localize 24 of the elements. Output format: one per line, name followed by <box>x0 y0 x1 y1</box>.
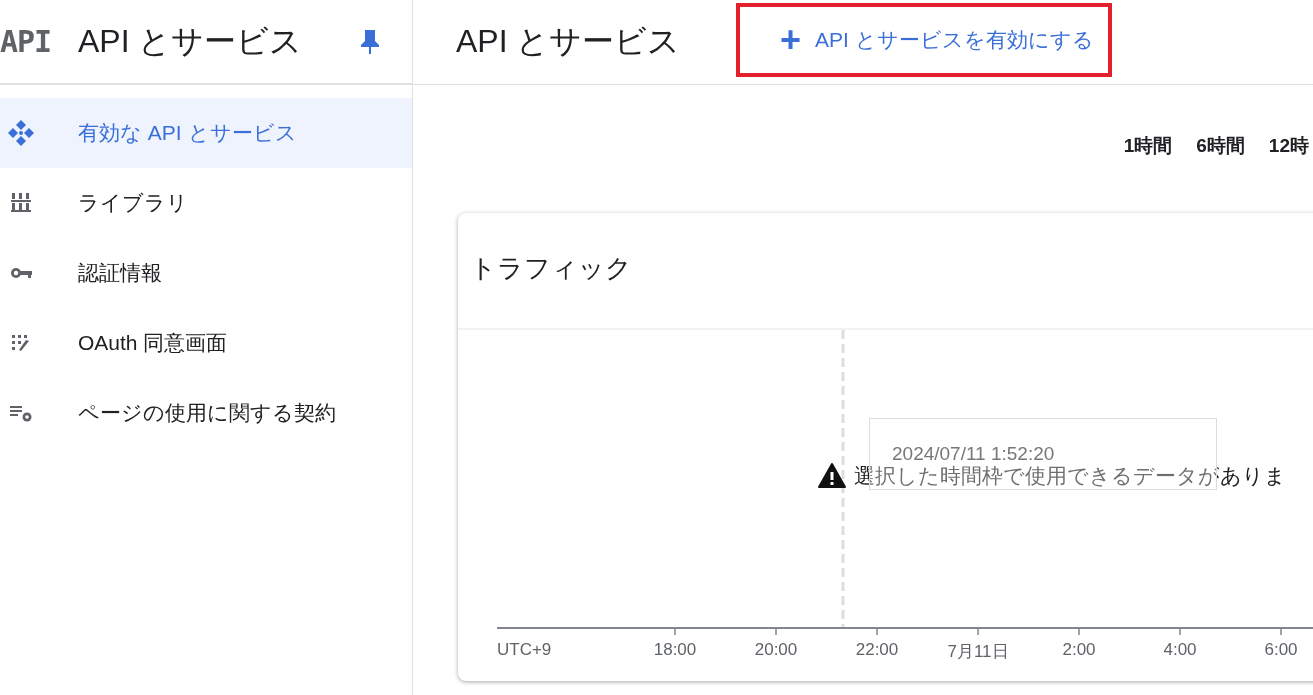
axis-label: 18:00 <box>653 640 697 660</box>
card-title: トラフィック <box>458 213 1313 330</box>
nav-item[interactable]: OAuth 同意画面 <box>0 308 412 378</box>
time-range-button[interactable]: 1時間 <box>1123 133 1173 159</box>
time-range-button[interactable]: 12時 <box>1268 133 1309 159</box>
nav-item[interactable]: 認証情報 <box>0 238 412 308</box>
nav-item[interactable]: ライブラリ <box>0 168 412 238</box>
time-range-button[interactable]: 6時間 <box>1196 133 1245 159</box>
axis-label: 20:00 <box>754 640 798 660</box>
enable-api-button[interactable]: + API とサービスを有効にする <box>780 22 1094 58</box>
axis-label: 22:00 <box>855 640 899 660</box>
warning-icon <box>818 463 846 489</box>
axis-label: 7月11日 <box>947 641 1009 663</box>
page-title: API とサービス <box>456 22 682 61</box>
axis-label: 2:00 <box>1062 640 1096 660</box>
diamond-dots-icon <box>6 118 36 148</box>
pin-icon[interactable] <box>360 28 380 55</box>
axis-label: 4:00 <box>1163 640 1197 660</box>
axis-label: 6:00 <box>1264 640 1298 660</box>
sidebar-title: API とサービス <box>78 21 304 61</box>
axis-label: UTC+9 <box>497 640 552 660</box>
nav-item[interactable]: 有効な API とサービス <box>0 98 412 168</box>
nav-item[interactable]: ページの使用に関する契約 <box>0 378 412 448</box>
api-logo: API <box>0 24 53 59</box>
